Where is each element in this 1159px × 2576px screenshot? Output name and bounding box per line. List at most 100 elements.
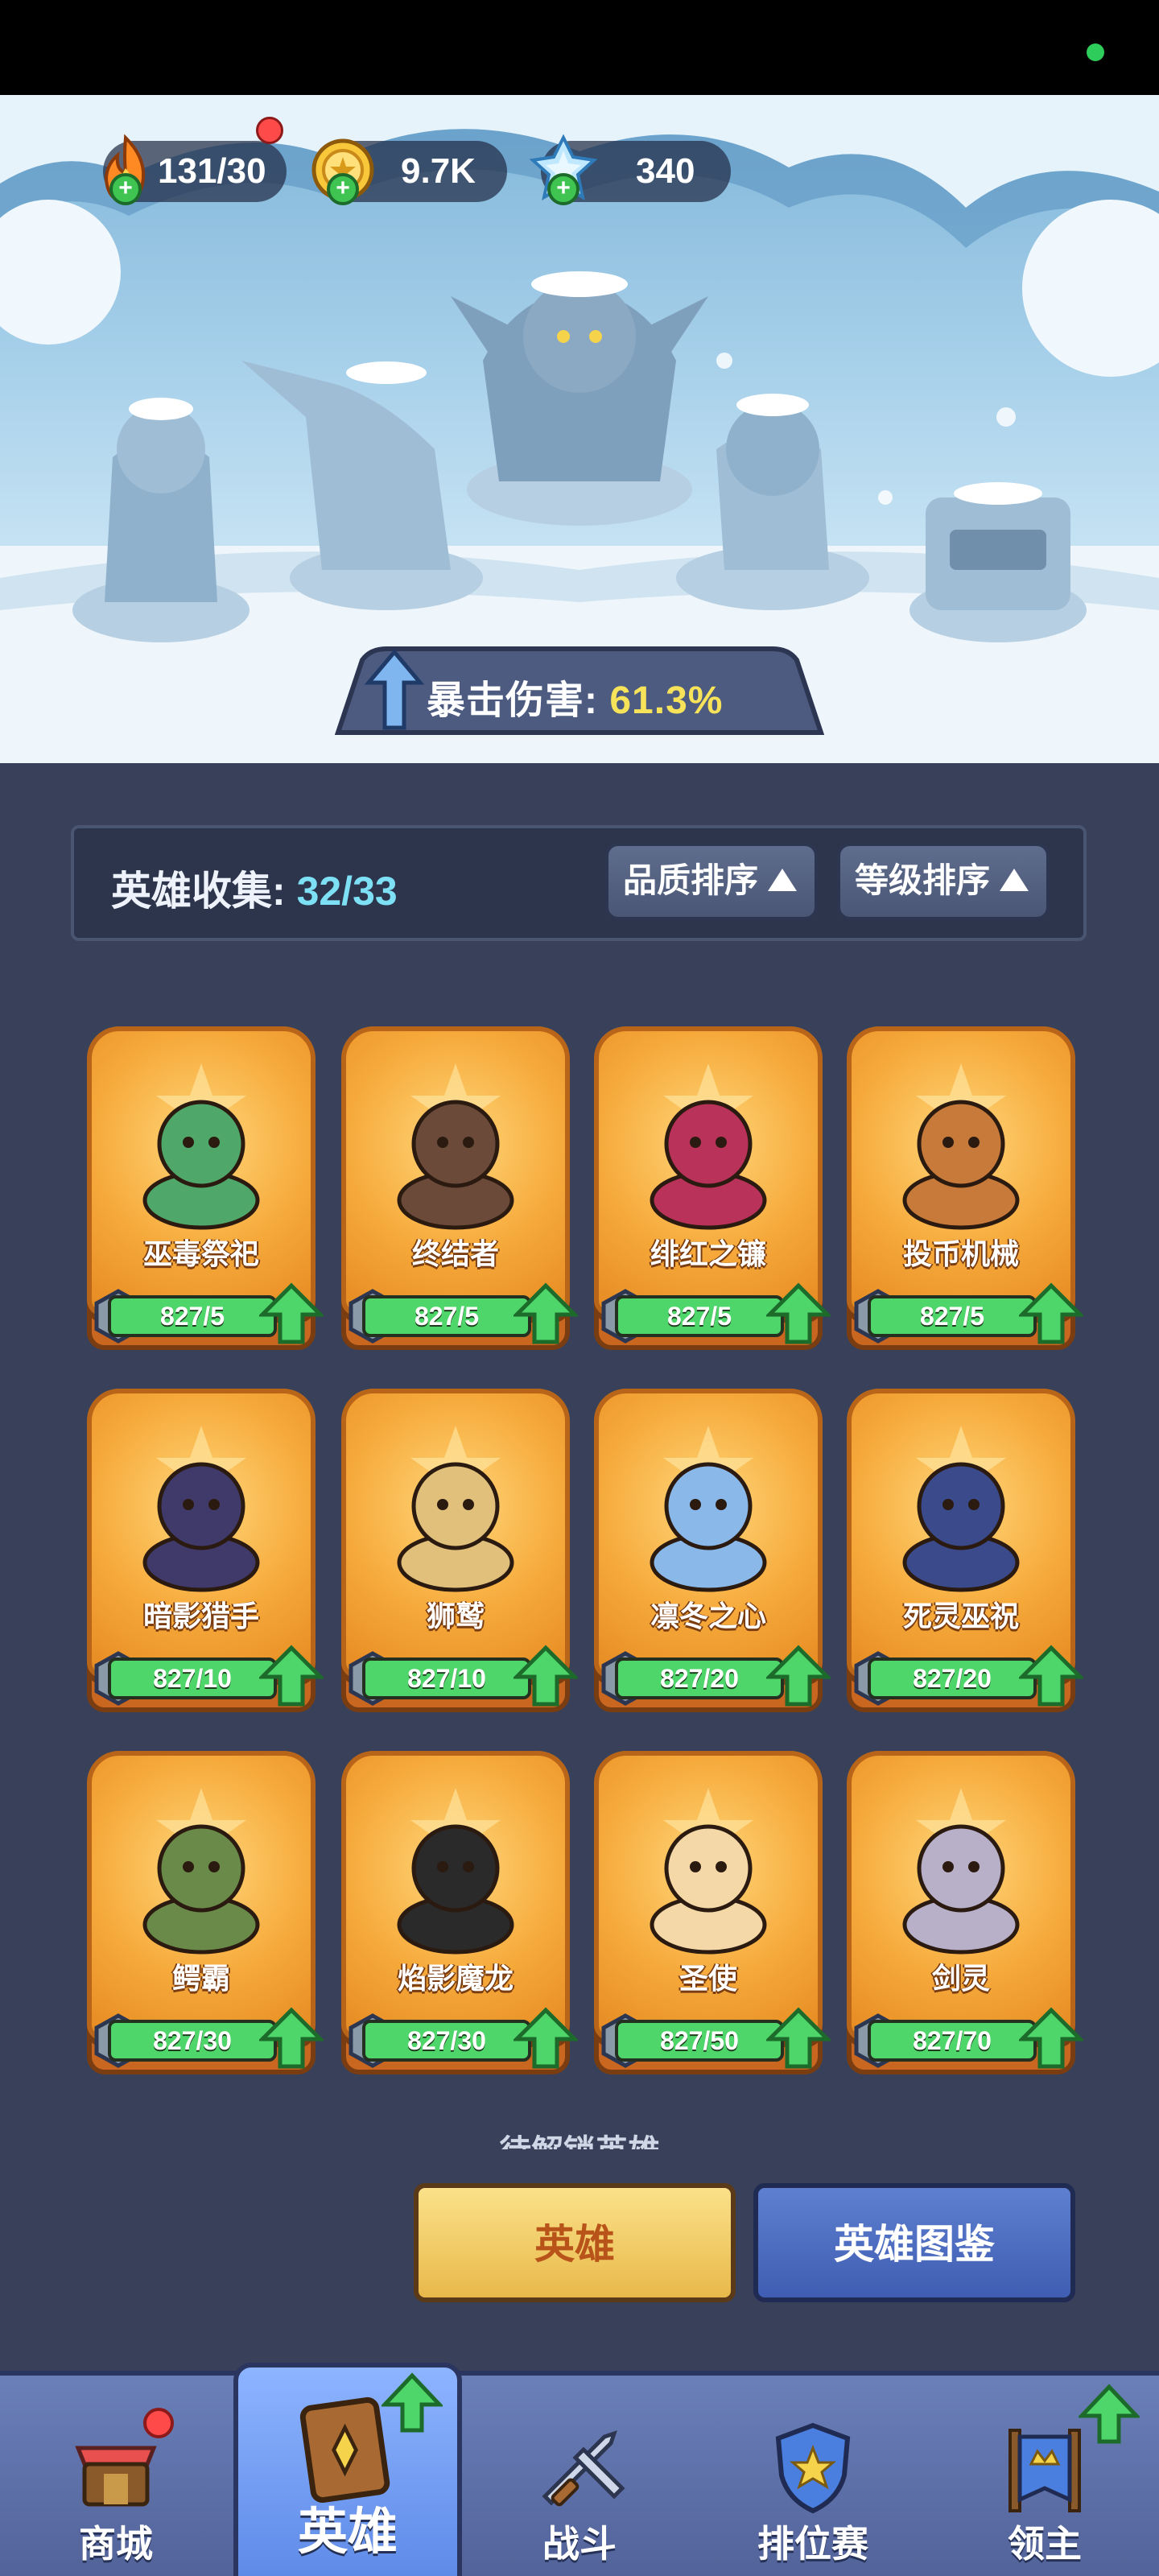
hero-name: 绯红之镰 xyxy=(650,1237,766,1270)
hero-name: 终结者 xyxy=(411,1237,499,1270)
shard-progress-text: 827/5 xyxy=(159,1302,225,1331)
add-gems-icon[interactable]: + xyxy=(547,173,580,205)
nav-heroes-label: 英雄 xyxy=(297,2504,398,2560)
buff-label: 暴击伤害: xyxy=(427,679,598,722)
buff-value: 61.3% xyxy=(609,679,724,722)
add-stamina-icon[interactable]: + xyxy=(109,173,142,205)
hero-card[interactable]: 鳄霸4827/30 xyxy=(87,1751,324,2081)
shard-progress-bar: 827/5 xyxy=(108,1295,277,1337)
hero-card[interactable]: 巫毒祭祀1827/5 xyxy=(87,1026,324,1356)
collection-label: 英雄收集: xyxy=(111,869,286,914)
hero-portrait xyxy=(650,1063,767,1230)
hero-card[interactable]: 凛冬之心3827/20 xyxy=(594,1389,831,1719)
shard-progress-bar: 827/10 xyxy=(108,1657,277,1699)
hero-card[interactable]: 剑灵6827/70 xyxy=(847,1751,1083,2081)
hero-name: 巫毒祭祀 xyxy=(142,1237,259,1270)
hero-name: 狮鹫 xyxy=(426,1600,485,1633)
locked-heroes-heading: 待解锁英雄 xyxy=(0,2125,1159,2149)
sort-by-quality-button[interactable]: 品质排序 xyxy=(605,843,818,920)
shard-progress-bar: 827/5 xyxy=(868,1295,1037,1337)
shard-progress-text: 827/30 xyxy=(153,2026,232,2055)
shard-progress-bar: 827/20 xyxy=(615,1657,784,1699)
upgrade-arrow-icon xyxy=(766,2007,831,2069)
shard-progress-text: 827/70 xyxy=(913,2026,992,2055)
stamina-counter[interactable]: + 131/30 xyxy=(103,117,287,205)
nav-battle[interactable]: 战斗 xyxy=(464,2376,695,2576)
gold-counter[interactable]: + 9.7K xyxy=(311,138,507,205)
hero-card[interactable]: 圣使5827/50 xyxy=(594,1751,831,2081)
hero-name: 鳄霸 xyxy=(171,1962,230,1995)
hero-card[interactable]: 狮鹫2827/10 xyxy=(341,1389,578,1719)
buff-banner: 暴击伤害: 61.3% xyxy=(314,644,845,741)
hero-card[interactable]: 绯红之镰1827/5 xyxy=(594,1026,831,1356)
status-bar xyxy=(0,0,1159,95)
crossed-swords-icon xyxy=(542,2430,625,2507)
bottom-nav: 商城 英雄 战斗 排位赛 领主 xyxy=(0,2363,1159,2576)
collection-header: 英雄收集: 32/33 品质排序 等级排序 xyxy=(71,825,1087,941)
shard-progress-text: 827/10 xyxy=(153,1664,232,1693)
shard-progress-bar: 827/5 xyxy=(362,1295,531,1337)
hero-name: 暗影猎手 xyxy=(142,1600,259,1633)
hero-tab-button[interactable]: 英雄 xyxy=(414,2183,736,2302)
hero-grid[interactable]: 552/50539/50523/501827/5 巫毒祭祀1827/5终结者18… xyxy=(0,946,1159,2153)
hero-portrait xyxy=(397,1426,514,1592)
hero-card[interactable]: 投币机械1827/5 xyxy=(847,1026,1083,1356)
hero-card[interactable]: 暗影猎手2827/10 xyxy=(87,1389,324,1719)
gem-counter[interactable]: + 340 xyxy=(529,134,731,205)
up-arrow-icon xyxy=(364,649,425,730)
add-gold-icon[interactable]: + xyxy=(327,173,359,205)
shard-progress-text: 827/5 xyxy=(919,1302,985,1331)
upgrade-arrow-icon xyxy=(259,1645,324,1707)
hero-card[interactable]: 焰影魔龙4827/30 xyxy=(341,1751,578,2081)
hero-name: 凛冬之心 xyxy=(650,1600,766,1633)
nav-ranked-label: 排位赛 xyxy=(757,2523,868,2565)
upgrade-arrow-icon xyxy=(1019,2007,1083,2069)
shard-progress-text: 827/5 xyxy=(414,1302,480,1331)
hero-card[interactable]: 死灵巫祝3827/20 xyxy=(847,1389,1083,1719)
sort-ascending-icon xyxy=(768,869,797,891)
notification-badge xyxy=(256,117,283,144)
nav-ranked[interactable]: 排位赛 xyxy=(697,2376,929,2576)
sort-ascending-icon xyxy=(1000,869,1029,891)
hero-name: 圣使 xyxy=(678,1962,737,1995)
nav-lord[interactable]: 领主 xyxy=(930,2376,1159,2576)
hero-name: 焰影魔龙 xyxy=(397,1962,514,1995)
hero-codex-button[interactable]: 英雄图鉴 xyxy=(753,2183,1075,2302)
nav-heroes[interactable]: 英雄 xyxy=(233,2363,462,2576)
shard-progress-bar: 827/10 xyxy=(362,1657,531,1699)
shard-progress-text: 827/20 xyxy=(913,1664,992,1693)
hero-portrait xyxy=(142,1788,260,1955)
upgrade-arrow-icon xyxy=(259,2007,324,2069)
hero-name: 剑灵 xyxy=(931,1962,990,1995)
stamina-value: 131/30 xyxy=(158,151,266,191)
status-indicator xyxy=(1087,43,1104,61)
upgrade-arrow-icon xyxy=(766,1645,831,1707)
shard-progress-bar: 827/70 xyxy=(868,2020,1037,2062)
hero-portrait xyxy=(902,1788,1020,1955)
nav-shop[interactable]: 商城 xyxy=(0,2376,232,2576)
game-screen: + 131/30 + 9.7K + 340 暴击伤害: 61.3% 英雄收集: … xyxy=(0,0,1159,2576)
hero-portrait xyxy=(650,1788,767,1955)
shard-progress-bar: 827/5 xyxy=(615,1295,784,1337)
hero-name: 投币机械 xyxy=(902,1237,1019,1270)
upgrade-arrow-icon xyxy=(1079,2384,1140,2444)
upgrade-arrow-icon xyxy=(514,1645,578,1707)
shard-progress-text: 827/5 xyxy=(666,1302,732,1331)
hero-card[interactable]: 终结者1827/5 xyxy=(341,1026,578,1356)
hero-portrait xyxy=(902,1063,1020,1230)
hero-portrait xyxy=(142,1426,260,1592)
collection-count: 32/33 xyxy=(296,869,398,914)
hero-portrait xyxy=(397,1788,514,1955)
nav-battle-label: 战斗 xyxy=(542,2523,617,2565)
upgrade-arrow-icon xyxy=(514,1282,578,1344)
upgrade-arrow-icon xyxy=(382,2372,443,2433)
gem-value: 340 xyxy=(636,151,695,191)
hero-portrait xyxy=(902,1426,1020,1592)
rank-shield-icon xyxy=(775,2422,851,2514)
hero-portrait xyxy=(397,1063,514,1230)
sort-by-level-button[interactable]: 等级排序 xyxy=(837,843,1050,920)
upgrade-arrow-icon xyxy=(766,1282,831,1344)
shard-progress-bar: 827/30 xyxy=(362,2020,531,2062)
hero-name: 死灵巫祝 xyxy=(902,1600,1019,1633)
shard-progress-text: 827/10 xyxy=(407,1664,486,1693)
